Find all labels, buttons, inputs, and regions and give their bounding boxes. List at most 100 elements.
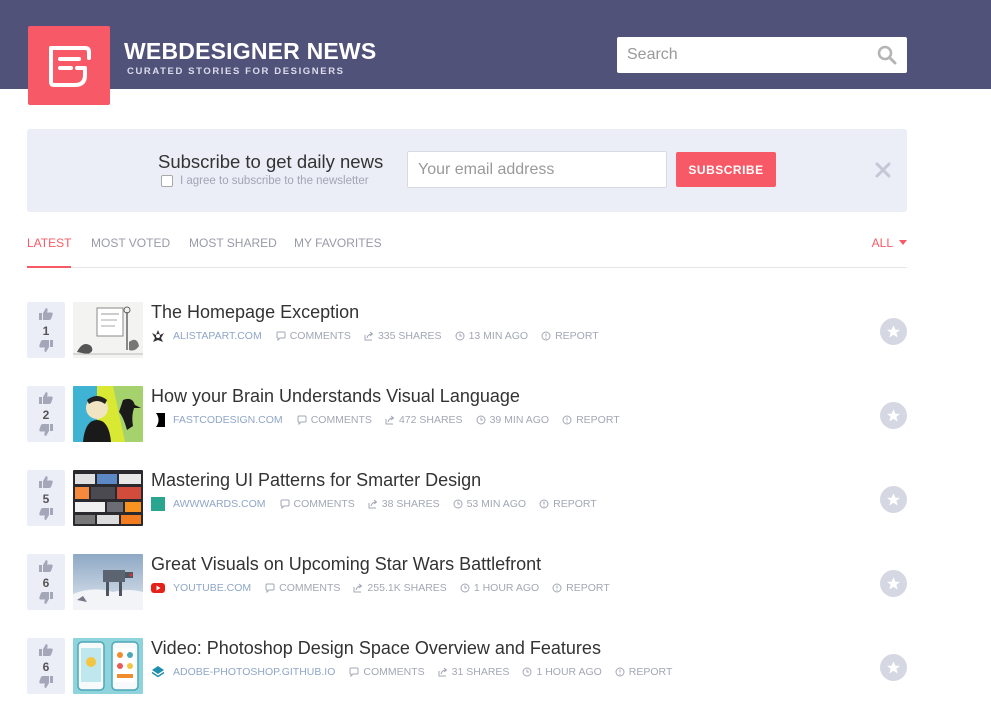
comments-label: COMMENTS: [289, 330, 351, 342]
shares-link[interactable]: 255.1K SHARES: [353, 582, 447, 594]
story-title[interactable]: Great Visuals on Upcoming Star Wars Batt…: [151, 554, 541, 575]
vote-box: 1: [27, 302, 65, 358]
story-source-link[interactable]: ADOBE-PHOTOSHOP.GITHUB.IO: [173, 666, 335, 678]
comment-icon: [265, 583, 275, 593]
share-icon: [368, 499, 378, 509]
shares-link[interactable]: 335 SHARES: [364, 330, 442, 342]
time-ago: 1 HOUR AGO: [536, 666, 602, 678]
thumbs-down-icon[interactable]: [39, 592, 53, 604]
comments-link[interactable]: COMMENTS: [265, 582, 340, 594]
shares-link[interactable]: 38 SHARES: [368, 498, 440, 510]
story-title[interactable]: How your Brain Understands Visual Langua…: [151, 386, 520, 407]
story-title[interactable]: Video: Photoshop Design Space Overview a…: [151, 638, 601, 659]
favorite-star-button[interactable]: [880, 486, 907, 513]
report-label: REPORT: [576, 414, 620, 426]
story-tabs: LATEST MOST VOTED MOST SHARED MY FAVORIT…: [27, 236, 907, 268]
comments-link[interactable]: COMMENTS: [297, 414, 372, 426]
alistapart-favicon: [152, 330, 164, 342]
comments-link[interactable]: COMMENTS: [276, 330, 351, 342]
story-row: 6 Video: Photoshop Design Space Overview…: [27, 638, 907, 694]
tab-latest[interactable]: LATEST: [27, 236, 72, 268]
thumbs-down-icon[interactable]: [39, 424, 53, 436]
shares-link[interactable]: 472 SHARES: [385, 414, 463, 426]
site-logo[interactable]: [28, 26, 110, 105]
search-input[interactable]: [617, 37, 867, 73]
favorite-star-button[interactable]: [880, 402, 907, 429]
share-icon: [438, 667, 447, 677]
tab-most-voted[interactable]: MOST VOTED: [91, 236, 170, 268]
clock-icon: [455, 331, 465, 341]
comments-link[interactable]: COMMENTS: [280, 498, 355, 510]
report-icon: [539, 499, 549, 509]
story-source-link[interactable]: YOUTUBE.COM: [173, 582, 251, 594]
agree-checkbox[interactable]: [161, 175, 173, 187]
thumbs-up-icon[interactable]: [39, 476, 53, 488]
story-thumbnail[interactable]: [73, 554, 143, 610]
thumbs-up-icon[interactable]: [39, 392, 53, 404]
shares-count: 472 SHARES: [398, 414, 463, 426]
story-meta: FASTCODESIGN.COM COMMENTS 472 SHARES 39 …: [151, 413, 633, 427]
story-source-link[interactable]: ALISTAPART.COM: [173, 330, 262, 342]
time-info: 1 HOUR AGO: [460, 582, 539, 594]
report-link[interactable]: REPORT: [541, 330, 599, 342]
report-icon: [615, 667, 625, 677]
share-icon: [385, 415, 395, 425]
favorite-star-button[interactable]: [880, 570, 907, 597]
awwwards-favicon: [151, 497, 165, 511]
thumbs-down-icon[interactable]: [39, 508, 53, 520]
email-field[interactable]: [408, 152, 666, 187]
story-row: 5 Mastering UI Patterns for Smarter Desi…: [27, 470, 907, 526]
filter-dropdown[interactable]: ALL: [872, 236, 907, 250]
chevron-down-icon: [899, 240, 907, 245]
star-icon: [886, 409, 901, 422]
report-label: REPORT: [628, 666, 673, 678]
thumbs-up-icon[interactable]: [39, 644, 53, 656]
thumbs-down-icon[interactable]: [39, 676, 53, 688]
story-source-link[interactable]: FASTCODESIGN.COM: [173, 414, 283, 426]
close-icon[interactable]: [875, 162, 891, 178]
report-label: REPORT: [553, 498, 597, 510]
story-thumbnail[interactable]: [73, 302, 143, 358]
report-link[interactable]: REPORT: [615, 666, 673, 678]
agree-label: I agree to subscribe to the newsletter: [180, 175, 369, 187]
brand-tagline: CURATED STORIES FOR DESIGNERS: [127, 66, 345, 77]
tab-my-favorites[interactable]: MY FAVORITES: [294, 236, 382, 268]
vote-box: 5: [27, 470, 65, 526]
story-source-link[interactable]: AWWWARDS.COM: [173, 498, 266, 510]
youtube-favicon: [151, 583, 165, 593]
story-thumbnail[interactable]: [73, 386, 143, 442]
vote-box: 6: [27, 554, 65, 610]
comments-label: COMMENTS: [293, 498, 355, 510]
report-link[interactable]: REPORT: [552, 582, 610, 594]
subscribe-button[interactable]: SUBSCRIBE: [676, 152, 776, 187]
thumbs-down-icon[interactable]: [39, 340, 53, 352]
star-icon: [886, 493, 901, 506]
share-icon: [364, 331, 374, 341]
agree-checkbox-row[interactable]: I agree to subscribe to the newsletter: [161, 175, 369, 187]
story-title[interactable]: The Homepage Exception: [151, 302, 359, 323]
brand-title[interactable]: WEBDESIGNER NEWS: [124, 38, 376, 65]
report-link[interactable]: REPORT: [539, 498, 597, 510]
tab-most-shared[interactable]: MOST SHARED: [189, 236, 277, 268]
shares-count: 38 SHARES: [381, 498, 440, 510]
clock-icon: [453, 499, 463, 509]
favorite-star-button[interactable]: [880, 318, 907, 345]
story-meta: ADOBE-PHOTOSHOP.GITHUB.IO COMMENTS 31 SH…: [151, 665, 685, 679]
comments-link[interactable]: COMMENTS: [349, 666, 425, 678]
favorite-star-button[interactable]: [880, 654, 907, 681]
comment-icon: [349, 667, 359, 677]
report-link[interactable]: REPORT: [562, 414, 620, 426]
thumbs-up-icon[interactable]: [39, 308, 53, 320]
time-info: 13 MIN AGO: [455, 330, 528, 342]
story-thumbnail[interactable]: [73, 470, 143, 526]
shares-link[interactable]: 31 SHARES: [438, 666, 510, 678]
share-icon: [353, 583, 363, 593]
thumbs-up-icon[interactable]: [39, 560, 53, 572]
shares-count: 31 SHARES: [451, 666, 510, 678]
vote-count: 1: [42, 324, 50, 338]
story-title[interactable]: Mastering UI Patterns for Smarter Design: [151, 470, 481, 491]
story-meta: YOUTUBE.COM COMMENTS 255.1K SHARES 1 HOU…: [151, 581, 623, 595]
search-icon[interactable]: [877, 45, 897, 65]
story-thumbnail[interactable]: [73, 638, 143, 694]
vote-count: 6: [42, 576, 50, 590]
